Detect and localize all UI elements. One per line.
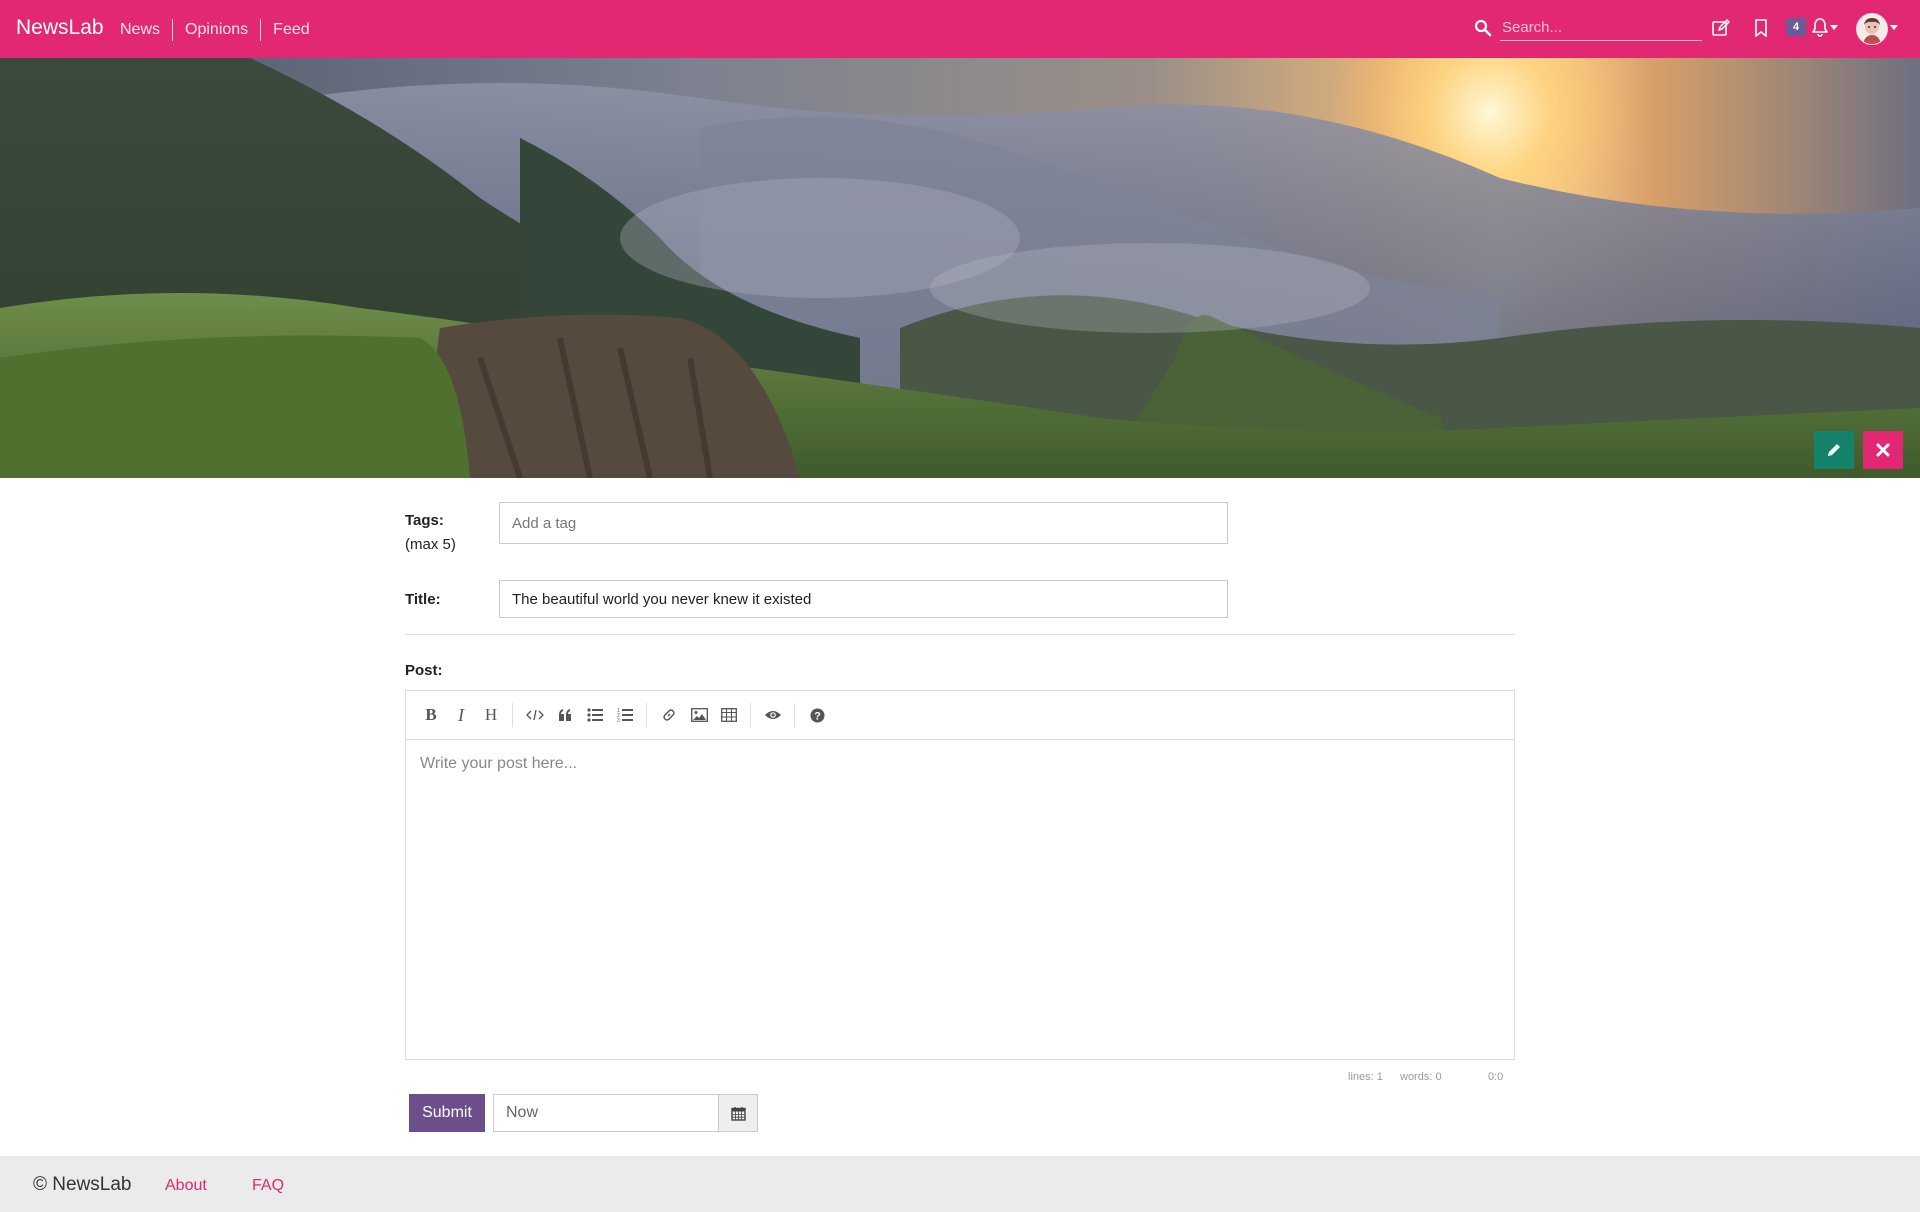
tags-max-note: (max 5) xyxy=(405,536,456,553)
page-footer: © NewsLab About FAQ xyxy=(0,1156,1920,1212)
svg-text:?: ? xyxy=(814,710,821,722)
tags-input[interactable] xyxy=(499,502,1228,544)
title-input[interactable] xyxy=(499,580,1228,618)
search-box xyxy=(1474,15,1702,41)
heading-button[interactable]: H xyxy=(480,704,502,726)
table-button[interactable] xyxy=(718,704,740,726)
main-nav: News Opinions Feed xyxy=(108,19,322,41)
italic-icon: I xyxy=(458,704,464,725)
bell-icon[interactable] xyxy=(1809,16,1831,38)
bold-button[interactable]: B xyxy=(420,704,442,726)
quote-button[interactable] xyxy=(554,704,576,726)
bold-icon: B xyxy=(425,705,437,724)
compose-icon[interactable] xyxy=(1710,17,1732,39)
brand-logo[interactable]: NewsLab xyxy=(16,16,104,40)
notification-count-badge[interactable]: 4 xyxy=(1786,18,1806,36)
post-body-textarea[interactable] xyxy=(406,740,1514,1059)
calendar-icon xyxy=(730,1106,746,1121)
avatar-image xyxy=(1857,14,1887,44)
help-icon: ? xyxy=(810,708,824,722)
code-button[interactable] xyxy=(524,704,546,726)
nav-link-feed[interactable]: Feed xyxy=(261,20,321,40)
ordered-list-button[interactable]: 1 2 3 xyxy=(614,704,636,726)
avatar[interactable] xyxy=(1856,13,1888,45)
heading-icon: H xyxy=(484,705,498,724)
chevron-down-icon xyxy=(1830,25,1838,30)
calendar-button[interactable] xyxy=(718,1094,758,1132)
bookmark-icon[interactable] xyxy=(1750,17,1772,39)
image-icon xyxy=(690,708,708,722)
tags-label: Tags: xyxy=(405,512,444,529)
editor-toolbar: B I H 1 2 3 ? xyxy=(406,691,1514,740)
editor-status-words: words: 0 xyxy=(1400,1071,1442,1083)
quote-icon xyxy=(559,709,571,721)
chevron-down-icon xyxy=(1890,25,1898,30)
unordered-list-icon xyxy=(587,708,603,722)
markdown-editor: B I H 1 2 3 ? Write your post here... xyxy=(405,690,1515,1060)
close-icon xyxy=(1876,443,1890,457)
toolbar-divider xyxy=(512,703,513,727)
ordered-list-icon: 1 2 3 xyxy=(617,708,633,723)
code-icon xyxy=(526,709,544,721)
editor-status-cursor: 0:0 xyxy=(1488,1071,1504,1083)
help-button[interactable]: ? xyxy=(806,704,828,726)
eye-icon xyxy=(765,711,781,719)
search-input[interactable] xyxy=(1500,15,1702,41)
submit-button[interactable]: Submit xyxy=(409,1094,485,1132)
footer-link-faq[interactable]: FAQ xyxy=(252,1177,284,1195)
link-icon xyxy=(663,709,675,721)
link-button[interactable] xyxy=(658,704,680,726)
image-button[interactable] xyxy=(688,704,710,726)
unordered-list-button[interactable] xyxy=(584,704,606,726)
toolbar-divider xyxy=(794,703,795,727)
remove-image-button[interactable] xyxy=(1863,431,1903,469)
footer-link-about[interactable]: About xyxy=(165,1177,207,1195)
pencil-icon xyxy=(1828,444,1840,456)
footer-copyright: © NewsLab xyxy=(33,1174,132,1195)
nav-link-opinions[interactable]: Opinions xyxy=(173,20,260,40)
editor-status-lines: lines: 1 xyxy=(1348,1071,1383,1083)
table-icon xyxy=(721,708,737,722)
preview-button[interactable] xyxy=(762,704,784,726)
edit-image-button[interactable] xyxy=(1814,431,1854,469)
hero-image xyxy=(0,58,1920,478)
search-icon[interactable] xyxy=(1474,19,1492,37)
post-label: Post: xyxy=(405,662,443,679)
toolbar-divider xyxy=(750,703,751,727)
svg-text:3: 3 xyxy=(617,718,620,723)
italic-button[interactable]: I xyxy=(450,704,472,726)
title-label: Title: xyxy=(405,591,441,608)
schedule-date-input[interactable] xyxy=(493,1094,719,1132)
top-navbar: NewsLab News Opinions Feed 4 xyxy=(0,0,1920,58)
form-divider xyxy=(405,634,1515,635)
nav-link-news[interactable]: News xyxy=(108,20,172,40)
toolbar-divider xyxy=(646,703,647,727)
